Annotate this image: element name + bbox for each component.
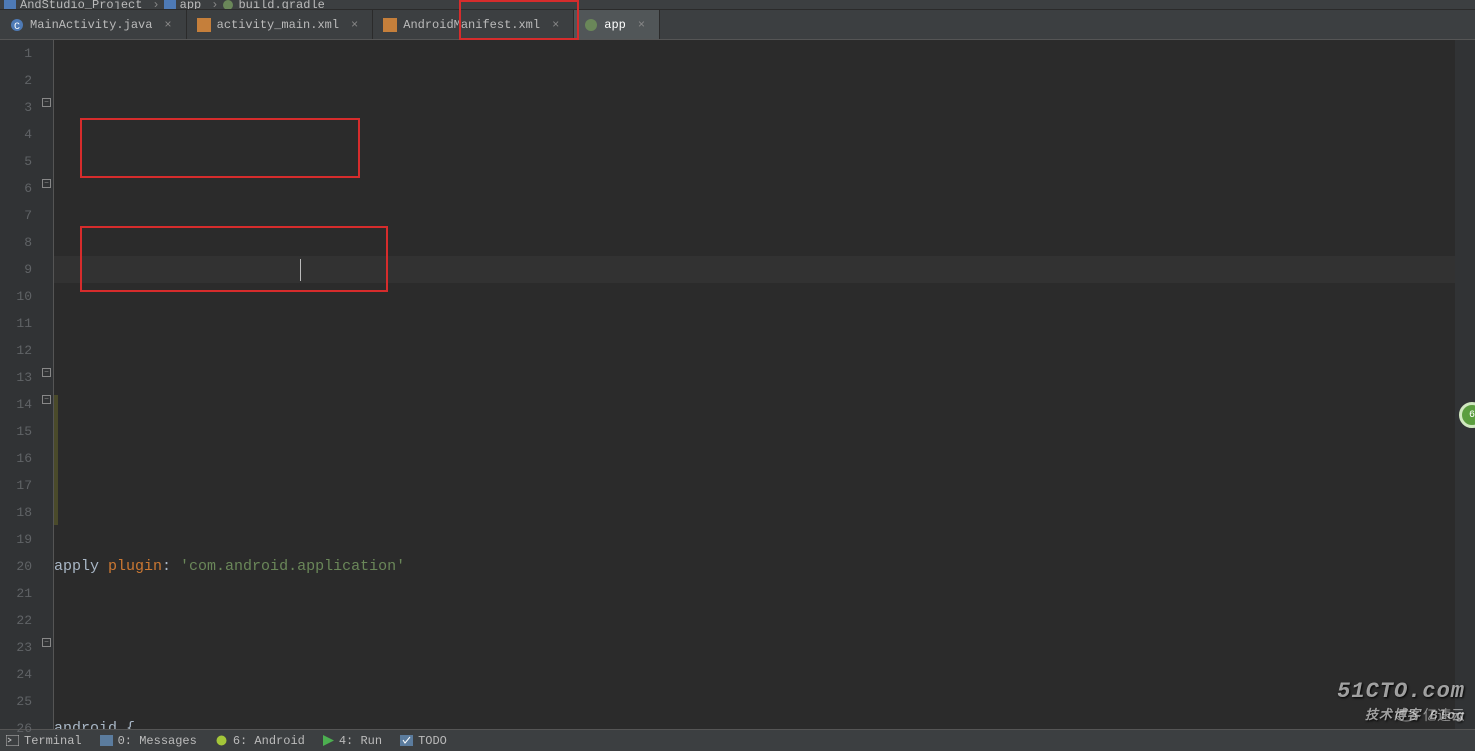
line-number: 3 <box>0 94 32 121</box>
line-number: 11 <box>0 310 32 337</box>
line-number-gutter: 1 2 3 4 5 6 7 8 9 10 11 12 13 14 15 16 1… <box>0 40 40 729</box>
tab-activity-main-xml[interactable]: activity_main.xml × <box>187 10 374 39</box>
close-icon[interactable]: × <box>351 18 358 32</box>
tool-label: TODO <box>418 734 447 748</box>
tool-todo[interactable]: TODO <box>400 734 447 748</box>
line-number: 18 <box>0 499 32 526</box>
tool-run[interactable]: 4: Run <box>323 734 382 748</box>
breadcrumb-file-label: build.gradle <box>238 0 324 10</box>
project-icon <box>4 0 16 10</box>
line-number: 19 <box>0 526 32 553</box>
line-number: 23 <box>0 634 32 661</box>
breadcrumb-file[interactable]: build.gradle <box>222 0 324 10</box>
current-line-highlight <box>54 256 1455 283</box>
tool-messages[interactable]: 0: Messages <box>100 734 197 748</box>
breadcrumb: AndStudio_Project › app › build.gradle <box>0 0 1475 10</box>
breadcrumb-module[interactable]: app <box>164 0 202 10</box>
line-number: 5 <box>0 148 32 175</box>
code-line <box>54 634 1455 661</box>
close-icon[interactable]: × <box>164 18 171 32</box>
breadcrumb-project-label: AndStudio_Project <box>20 0 142 10</box>
line-number: 24 <box>0 661 32 688</box>
class-icon: C <box>10 18 24 32</box>
warning-band <box>54 364 1455 526</box>
change-marker <box>54 395 58 525</box>
line-number: 25 <box>0 688 32 715</box>
tool-label: 6: Android <box>233 734 305 748</box>
line-number: 1 <box>0 40 32 67</box>
line-number: 2 <box>0 67 32 94</box>
editor-tab-bar: C MainActivity.java × activity_main.xml … <box>0 10 1475 40</box>
chevron-right-icon: › <box>211 0 218 10</box>
fold-toggle[interactable]: − <box>42 638 51 647</box>
xml-icon <box>197 18 211 32</box>
module-icon <box>164 0 176 10</box>
tab-label: activity_main.xml <box>217 18 339 32</box>
close-icon[interactable]: × <box>638 18 645 32</box>
todo-icon <box>400 735 413 746</box>
tool-label: 4: Run <box>339 734 382 748</box>
svg-text:C: C <box>14 22 20 32</box>
line-number: 16 <box>0 445 32 472</box>
tab-main-activity[interactable]: C MainActivity.java × <box>0 10 187 39</box>
fold-toggle[interactable]: − <box>42 179 51 188</box>
line-number: 6 <box>0 175 32 202</box>
line-number: 17 <box>0 472 32 499</box>
chevron-right-icon: › <box>152 0 159 10</box>
annotation-box-sdk <box>80 118 360 178</box>
text-caret <box>300 259 301 281</box>
fold-toggle[interactable]: − <box>42 368 51 377</box>
fold-column: − − − − − <box>40 40 54 729</box>
line-number: 12 <box>0 337 32 364</box>
code-line: android { <box>54 715 1455 729</box>
tab-label: AndroidManifest.xml <box>403 18 540 32</box>
gradle-icon <box>584 18 598 32</box>
tool-label: 0: Messages <box>118 734 197 748</box>
line-number: 14 <box>0 391 32 418</box>
android-icon <box>215 734 228 747</box>
breadcrumb-module-label: app <box>180 0 202 10</box>
run-icon <box>323 735 334 746</box>
breadcrumb-project[interactable]: AndStudio_Project <box>4 0 142 10</box>
tool-label: Terminal <box>24 734 82 748</box>
line-number: 20 <box>0 553 32 580</box>
line-number: 21 <box>0 580 32 607</box>
tool-window-bar: Terminal 0: Messages 6: Android 4: Run T… <box>0 729 1475 751</box>
line-number: 8 <box>0 229 32 256</box>
messages-icon <box>100 735 113 746</box>
code-viewport[interactable]: apply plugin: 'com.android.application' … <box>54 40 1455 729</box>
code-line: apply plugin: 'com.android.application' <box>54 553 1455 580</box>
tab-android-manifest[interactable]: AndroidManifest.xml × <box>373 10 574 39</box>
tab-label: app <box>604 18 626 32</box>
code-editor[interactable]: 1 2 3 4 5 6 7 8 9 10 11 12 13 14 15 16 1… <box>0 40 1475 729</box>
tab-label: MainActivity.java <box>30 18 152 32</box>
line-number: 7 <box>0 202 32 229</box>
line-number: 4 <box>0 121 32 148</box>
xml-icon <box>383 18 397 32</box>
fold-toggle[interactable]: − <box>42 98 51 107</box>
line-number: 9 <box>0 256 32 283</box>
line-number: 10 <box>0 283 32 310</box>
line-number: 13 <box>0 364 32 391</box>
line-number: 26 <box>0 715 32 742</box>
fold-toggle[interactable]: − <box>42 395 51 404</box>
error-stripe[interactable] <box>1455 40 1475 729</box>
close-icon[interactable]: × <box>552 18 559 32</box>
line-number: 22 <box>0 607 32 634</box>
floating-badge-label: 6 <box>1469 410 1475 421</box>
tab-app-gradle[interactable]: app × <box>574 10 660 39</box>
line-number: 15 <box>0 418 32 445</box>
gradle-icon <box>222 0 234 10</box>
tool-android[interactable]: 6: Android <box>215 734 305 748</box>
